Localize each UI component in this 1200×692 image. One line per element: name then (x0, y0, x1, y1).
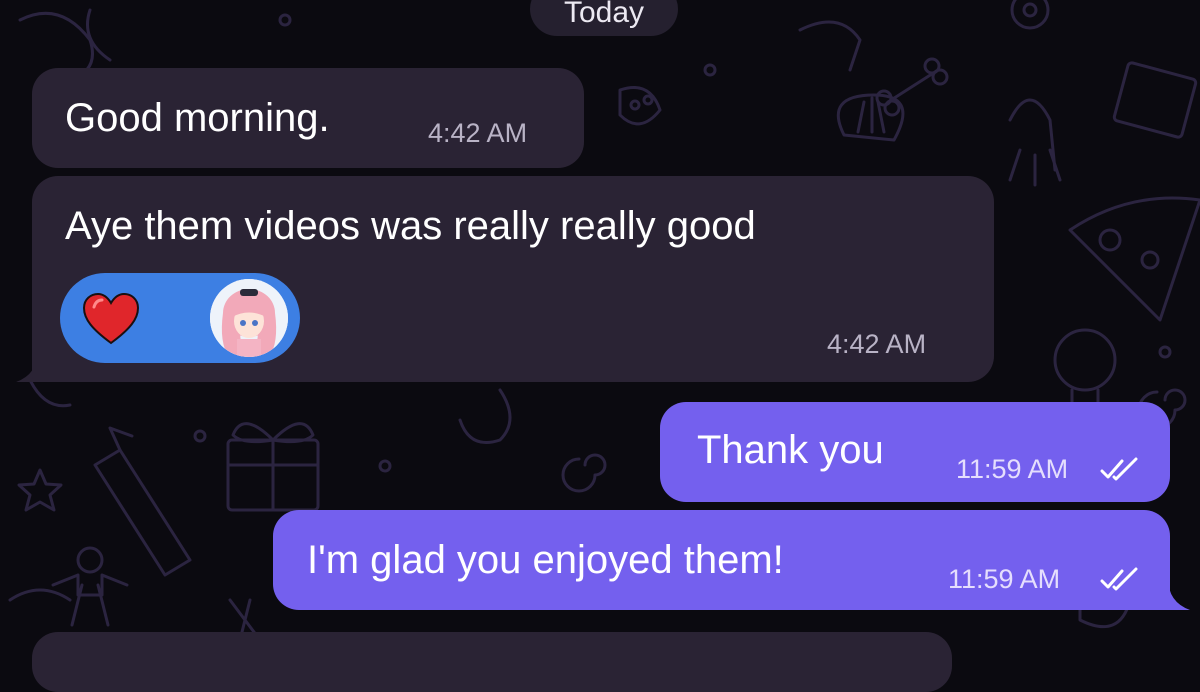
message-bubble-outgoing[interactable]: Thank you 11:59 AM (660, 402, 1170, 502)
double-check-icon (1100, 457, 1138, 481)
date-separator: Today (530, 0, 678, 36)
message-text: Good morning. (65, 96, 330, 140)
message-bubble-incoming-partial[interactable] (32, 632, 952, 692)
message-text: I'm glad you enjoyed them! (307, 538, 784, 582)
message-time: 4:42 AM (827, 329, 927, 359)
message-text: Aye them videos was really really good (65, 204, 756, 248)
message-bubble-incoming[interactable]: Aye them videos was really really good 4… (32, 176, 994, 382)
message-bubble-outgoing[interactable]: I'm glad you enjoyed them! 11:59 AM (273, 510, 1170, 610)
message-time: 11:59 AM (956, 454, 1069, 484)
date-label: Today (563, 0, 645, 29)
message-time: 4:42 AM (428, 118, 528, 148)
message-bubble-incoming[interactable]: Good morning. 4:42 AM (32, 68, 584, 168)
reaction-pill[interactable] (60, 273, 300, 363)
message-time: 11:59 AM (948, 564, 1061, 594)
anime-avatar-image (210, 279, 288, 357)
heart-icon (82, 293, 140, 345)
double-check-icon (1100, 567, 1138, 591)
message-text: Thank you (697, 428, 884, 472)
reactor-avatar[interactable] (210, 279, 288, 357)
